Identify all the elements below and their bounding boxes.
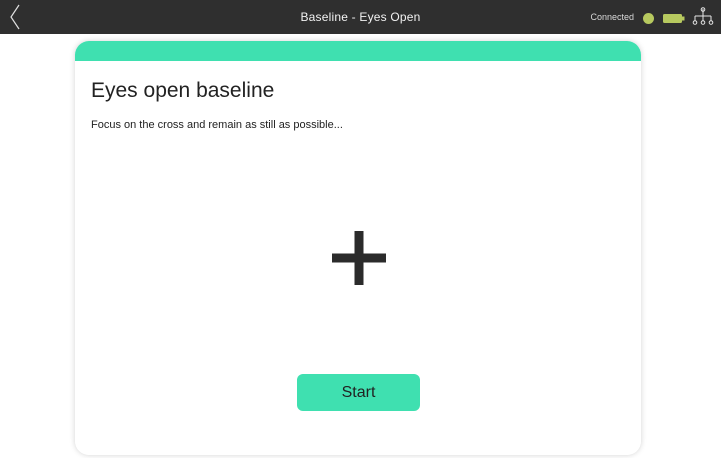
- connection-status-label: Connected: [590, 12, 634, 22]
- status-area: Connected: [561, 0, 721, 34]
- baseline-card: Eyes open baseline Focus on the cross an…: [75, 41, 641, 455]
- start-button[interactable]: Start: [297, 374, 420, 411]
- connection-status-dot: [643, 13, 654, 24]
- battery-icon: [663, 14, 685, 23]
- network-nodes-icon[interactable]: [691, 7, 715, 27]
- card-title: Eyes open baseline: [91, 79, 275, 102]
- card-accent-bar: [75, 41, 641, 61]
- plus-cross-icon: [332, 231, 386, 285]
- top-navigation-bar: Baseline - Eyes Open Connected: [0, 0, 721, 34]
- card-instructions: Focus on the cross and remain as still a…: [91, 119, 343, 131]
